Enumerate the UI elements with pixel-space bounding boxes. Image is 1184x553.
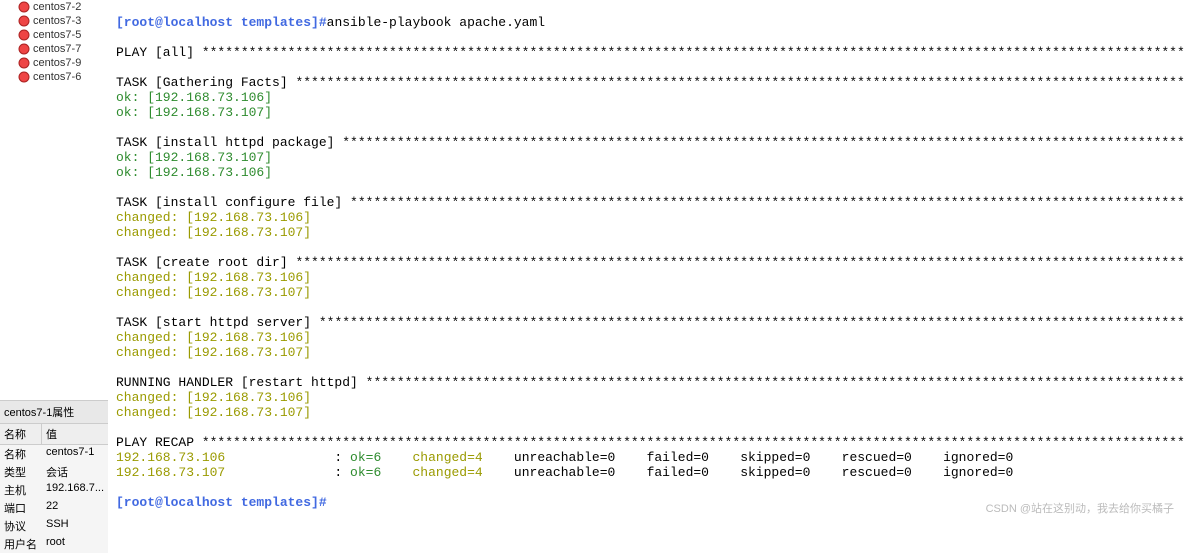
recap-header: PLAY RECAP xyxy=(116,435,202,450)
session-label: centos7-3 xyxy=(33,15,81,27)
changed-line: changed: [192.168.73.106] xyxy=(116,390,311,405)
session-item[interactable]: centos7-6 xyxy=(0,70,95,84)
session-item[interactable]: centos7-5 xyxy=(0,28,95,42)
prompt: [root@localhost templates]# xyxy=(116,15,327,30)
host-icon xyxy=(18,71,30,83)
recap-ok: ok=6 xyxy=(350,450,381,465)
stars: ****************************************… xyxy=(350,195,1184,210)
recap-ignored: ignored=0 xyxy=(943,450,1013,465)
session-label: centos7-9 xyxy=(33,57,81,69)
session-label: centos7-5 xyxy=(33,29,81,41)
prop-row: 用户名root xyxy=(0,535,108,553)
recap-unreach: unreachable=0 xyxy=(514,450,615,465)
play-header: PLAY [all] xyxy=(116,45,202,60)
prop-row: 类型会话 xyxy=(0,463,108,481)
watermark: CSDN @站在这别动，我去给你买橘子 xyxy=(986,500,1174,516)
session-item[interactable]: centos7-7 xyxy=(0,42,95,56)
prop-key: 名称 xyxy=(0,445,42,463)
header-value: 值 xyxy=(42,424,108,444)
task-header: TASK [start httpd server] xyxy=(116,315,319,330)
recap-failed: failed=0 xyxy=(647,450,709,465)
host-icon xyxy=(18,57,30,69)
prompt: [root@localhost templates]# xyxy=(116,495,327,510)
prop-key: 主机 xyxy=(0,481,42,499)
recap-changed: changed=4 xyxy=(412,450,482,465)
changed-line: changed: [192.168.73.106] xyxy=(116,210,311,225)
recap-skipped: skipped=0 xyxy=(740,465,810,480)
ok-line: ok: [192.168.73.106] xyxy=(116,90,272,105)
session-item[interactable]: centos7-2 xyxy=(0,0,95,14)
prop-key: 端口 xyxy=(0,499,42,517)
properties-title: centos7-1属性 xyxy=(0,401,108,424)
recap-changed: changed=4 xyxy=(412,465,482,480)
prop-val: 192.168.7... xyxy=(42,481,108,499)
prop-key: 用户名 xyxy=(0,535,42,553)
prop-row: 主机192.168.7... xyxy=(0,481,108,499)
recap-rescued: rescued=0 xyxy=(842,465,912,480)
changed-line: changed: [192.168.73.106] xyxy=(116,330,311,345)
stars: ****************************************… xyxy=(202,435,1184,450)
recap-failed: failed=0 xyxy=(647,465,709,480)
host-icon xyxy=(18,15,30,27)
changed-line: changed: [192.168.73.106] xyxy=(116,270,311,285)
changed-line: changed: [192.168.73.107] xyxy=(116,345,311,360)
stars: ****************************************… xyxy=(366,375,1184,390)
prop-key: 类型 xyxy=(0,463,42,481)
terminal[interactable]: [root@localhost templates]#ansible-playb… xyxy=(108,0,1184,520)
prop-val: root xyxy=(42,535,108,553)
session-item[interactable]: centos7-3 xyxy=(0,14,95,28)
prop-row: 端口22 xyxy=(0,499,108,517)
recap-rescued: rescued=0 xyxy=(842,450,912,465)
session-label: centos7-2 xyxy=(33,1,81,13)
host-icon xyxy=(18,29,30,41)
changed-line: changed: [192.168.73.107] xyxy=(116,225,311,240)
task-header: TASK [create root dir] xyxy=(116,255,295,270)
task-header: TASK [install configure file] xyxy=(116,195,350,210)
handler-header: RUNNING HANDLER [restart httpd] xyxy=(116,375,366,390)
prop-val: 会话 xyxy=(42,463,108,481)
stars: ****************************************… xyxy=(319,315,1184,330)
header-name: 名称 xyxy=(0,424,42,444)
recap-host: 192.168.73.107 xyxy=(116,465,225,480)
properties-header: 名称 值 xyxy=(0,424,108,445)
prop-row: 名称centos7-1 xyxy=(0,445,108,463)
recap-ok: ok=6 xyxy=(350,465,381,480)
stars: ****************************************… xyxy=(295,75,1184,90)
ok-line: ok: [192.168.73.106] xyxy=(116,165,272,180)
recap-ignored: ignored=0 xyxy=(943,465,1013,480)
task-header: TASK [Gathering Facts] xyxy=(116,75,295,90)
changed-line: changed: [192.168.73.107] xyxy=(116,405,311,420)
changed-line: changed: [192.168.73.107] xyxy=(116,285,311,300)
ok-line: ok: [192.168.73.107] xyxy=(116,150,272,165)
session-list: centos7-2 centos7-3 centos7-5 centos7-7 … xyxy=(0,0,95,78)
host-icon xyxy=(18,43,30,55)
properties-panel: centos7-1属性 名称 值 名称centos7-1 类型会话 主机192.… xyxy=(0,400,108,553)
recap-host: 192.168.73.106 xyxy=(116,450,225,465)
stars: ****************************************… xyxy=(295,255,1184,270)
session-item[interactable]: centos7-9 xyxy=(0,56,95,70)
command: ansible-playbook apache.yaml xyxy=(327,15,545,30)
session-label: centos7-6 xyxy=(33,71,81,83)
recap-skipped: skipped=0 xyxy=(740,450,810,465)
task-header: TASK [install httpd package] xyxy=(116,135,342,150)
host-icon xyxy=(18,1,30,13)
session-label: centos7-7 xyxy=(33,43,81,55)
prop-val: 22 xyxy=(42,499,108,517)
ok-line: ok: [192.168.73.107] xyxy=(116,105,272,120)
stars: ****************************************… xyxy=(202,45,1184,60)
prop-val: centos7-1 xyxy=(42,445,108,463)
stars: ****************************************… xyxy=(342,135,1184,150)
recap-unreach: unreachable=0 xyxy=(514,465,615,480)
